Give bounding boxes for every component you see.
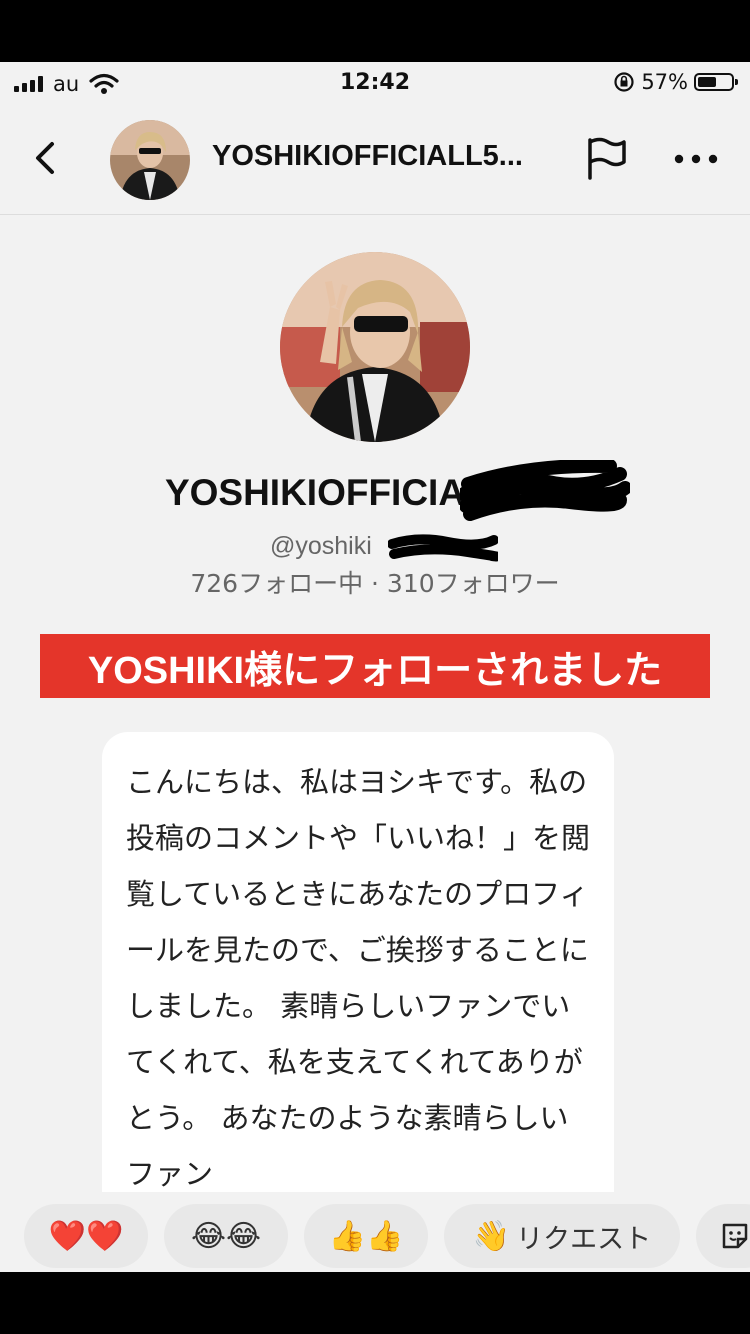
quick-reply-sticker[interactable] — [696, 1204, 750, 1268]
message-text: こんにちは、私はヨシキです。私の投稿のコメントや「いいね！」を閲覧しているときに… — [126, 765, 591, 1191]
follow-stats: 726フォロー中 · 310フォロワー — [190, 569, 560, 598]
wave-emoji: 👋 — [472, 1218, 511, 1254]
hearts-emoji: ❤️❤️ — [48, 1218, 124, 1254]
thumbs-emoji: 👍👍 — [328, 1218, 404, 1254]
profile-avatar[interactable] — [280, 252, 470, 442]
flag-icon[interactable] — [584, 134, 628, 182]
redaction-scribble — [460, 460, 630, 521]
header-title[interactable]: YOSHIKIOFFICIALL5... — [212, 140, 557, 173]
quick-reply-laugh[interactable]: 😂😂 — [164, 1204, 288, 1268]
more-icon[interactable] — [672, 146, 720, 172]
profile-handle: @yoshiki — [270, 532, 372, 560]
header-avatar[interactable] — [110, 120, 190, 200]
quick-reply-thumbs[interactable]: 👍👍 — [304, 1204, 428, 1268]
follow-banner: YOSHIKI様にフォローされました — [40, 634, 710, 698]
conversation-header: YOSHIKIOFFICIALL5... — [0, 106, 750, 215]
profile-display-name: YOSHIKIOFFICIA — [0, 472, 750, 514]
status-right: 57% — [613, 70, 738, 94]
handle-redaction — [388, 534, 498, 562]
message-bubble: こんにちは、私はヨシキです。私の投稿のコメントや「いいね！」を閲覧しているときに… — [102, 732, 614, 1192]
quick-reply-hearts[interactable]: ❤️❤️ — [24, 1204, 148, 1268]
status-bar: au 12:42 57% — [0, 62, 750, 106]
rotation-lock-icon — [614, 72, 634, 92]
quick-replies: ❤️❤️ 😂😂 👍👍 👋 リクエスト — [0, 1202, 750, 1272]
sticker-icon — [722, 1223, 748, 1249]
dm-screen: au 12:42 57% YOSHIKIOFFICIALL5... YOSHIK… — [0, 62, 750, 1272]
battery-icon — [694, 73, 738, 91]
profile-name-text: YOSHIKIOFFICIA — [164, 472, 466, 513]
laugh-emoji: 😂😂 — [190, 1218, 262, 1254]
chevron-left-icon[interactable] — [26, 136, 66, 180]
battery-fill — [698, 77, 716, 87]
battery-percent: 57% — [641, 70, 688, 94]
request-label: リクエスト — [516, 1223, 652, 1255]
quick-reply-request[interactable]: 👋 リクエスト — [444, 1204, 680, 1268]
